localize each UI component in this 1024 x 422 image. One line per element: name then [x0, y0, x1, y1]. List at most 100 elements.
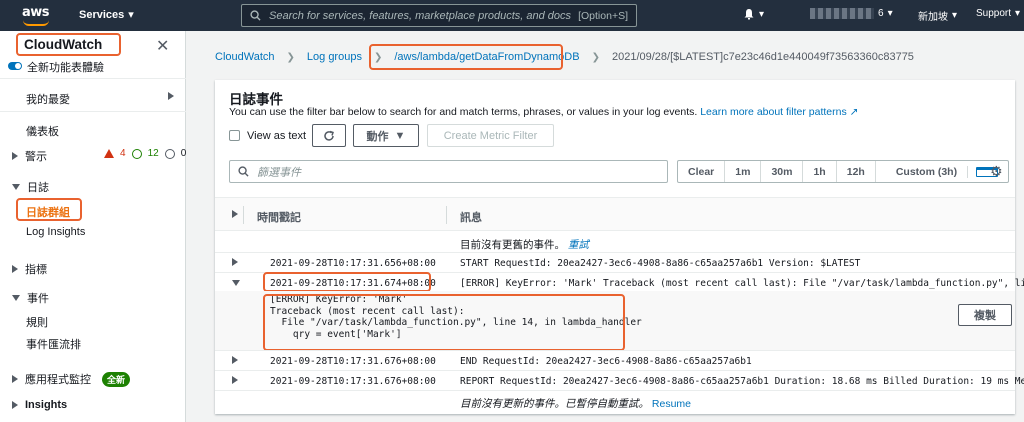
region-label: 新加坡	[918, 12, 948, 23]
sidebar-item-dashboards[interactable]: 儀表板	[26, 123, 59, 139]
column-header-timestamp[interactable]: 時間戳記	[257, 209, 301, 225]
panel-description-text: You can use the filter bar below to sear…	[229, 106, 698, 118]
gear-icon[interactable]: ⚙	[990, 163, 1003, 180]
external-link-icon[interactable]: ↗	[850, 106, 859, 118]
panel-title: 日誌事件	[229, 92, 283, 107]
retry-link[interactable]: 重試	[568, 239, 589, 251]
bell-icon	[744, 9, 754, 20]
caret-right-icon[interactable]	[232, 209, 238, 221]
chevron-right-icon: ❯	[591, 51, 600, 63]
highlight-box-title	[16, 33, 121, 56]
row-divider	[215, 252, 1015, 253]
caret-down-icon	[12, 184, 20, 190]
sidebar-section-app-monitoring[interactable]: 應用程式監控 全新	[12, 371, 131, 387]
caret-right-icon	[12, 152, 18, 160]
column-divider	[243, 206, 244, 224]
sidebar-section-logs[interactable]: 日誌	[12, 179, 49, 195]
sidebar-item-log-insights[interactable]: Log Insights	[26, 226, 85, 238]
create-metric-filter-button[interactable]: Create Metric Filter	[427, 124, 554, 147]
insufficient-data-icon	[164, 148, 175, 159]
no-older-events-text: 目前沒有更舊的事件。	[460, 239, 565, 251]
no-newer-events-notice: 目前沒有更新的事件。已暫停自動重試。 Resume	[460, 396, 691, 411]
new-menu-toggle[interactable]	[8, 62, 22, 70]
ok-count: 12	[147, 148, 159, 159]
divider	[0, 78, 186, 79]
aws-logo-text: aws	[22, 5, 50, 20]
time-range-1m[interactable]: 1m	[725, 161, 762, 182]
row-divider	[215, 350, 1015, 351]
filter-placeholder: 篩選事件	[257, 166, 301, 179]
time-range-clear[interactable]: Clear	[678, 161, 726, 182]
caret-right-icon	[12, 401, 18, 409]
sidebar-item-rules[interactable]: 規則	[26, 314, 48, 330]
resume-link[interactable]: Resume	[652, 398, 691, 410]
account-menu[interactable]: 6 ▾	[810, 8, 893, 19]
sidebar-section-insights[interactable]: Insights	[12, 399, 67, 411]
breadcrumb-log-groups[interactable]: Log groups	[307, 51, 362, 63]
breadcrumb-current-stream: 2021/09/28/[$LATEST]c7e23c46d1e440049f73…	[611, 51, 914, 63]
no-older-events-notice: 目前沒有更舊的事件。 重試	[460, 237, 589, 252]
row-message: REPORT RequestId: 20ea2427-3ec6-4908-8a8…	[460, 376, 1024, 387]
caret-right-icon[interactable]	[232, 375, 238, 387]
close-icon[interactable]: ✕	[156, 36, 169, 56]
services-menu[interactable]: Services ▾	[79, 8, 134, 22]
caret-right-icon[interactable]	[232, 257, 238, 269]
row-message: END RequestId: 20ea2427-3ec6-4908-8a86-c…	[460, 356, 752, 367]
time-range-custom[interactable]: Custom (3h)	[876, 161, 1008, 182]
table-header: 時間戳記 訊息	[215, 197, 1015, 231]
sidebar-section-logs-label: 日誌	[27, 182, 49, 194]
time-range-selector: Clear 1m 30m 1h 12h Custom (3h)	[677, 160, 1010, 183]
sidebar-item-favorites[interactable]: 我的最愛	[26, 91, 70, 107]
aws-logo[interactable]: aws	[22, 5, 62, 27]
support-menu[interactable]: Support ▾	[976, 8, 1020, 19]
search-placeholder: Search for services, features, marketpla…	[269, 9, 572, 22]
highlight-box-traceback	[263, 294, 625, 351]
highlight-box-log-groups	[16, 198, 82, 221]
actions-dropdown[interactable]: 動作 ▼	[353, 124, 419, 147]
highlight-box-timestamp	[263, 272, 431, 292]
sidebar-section-app-monitoring-label: 應用程式監控	[25, 374, 91, 386]
row-message: [ERROR] KeyError: 'Mark' Traceback (most…	[460, 278, 1024, 289]
caret-down-icon: ▾	[128, 9, 134, 21]
time-range-30m[interactable]: 30m	[761, 161, 804, 182]
filter-events-input[interactable]: 篩選事件	[229, 160, 668, 183]
refresh-button[interactable]	[312, 124, 346, 147]
caret-down-icon[interactable]	[232, 277, 240, 289]
new-badge: 全新	[102, 371, 131, 387]
caret-down-icon	[12, 295, 20, 301]
caret-down-icon: ▼	[394, 129, 406, 142]
copy-button[interactable]: 複製	[958, 304, 1012, 326]
actions-label: 動作	[366, 130, 389, 143]
sidebar-section-events[interactable]: 事件	[12, 290, 49, 306]
caret-down-icon: ▾	[759, 8, 765, 20]
region-menu[interactable]: 新加坡 ▾	[918, 8, 957, 23]
sidebar-section-alarms[interactable]: 警示	[12, 148, 47, 164]
learn-more-link[interactable]: Learn more about filter patterns	[700, 106, 847, 118]
view-as-text-checkbox[interactable]	[229, 130, 240, 141]
redacted-account-name	[810, 8, 874, 19]
row-divider	[215, 390, 1015, 391]
row-timestamp: 2021-09-28T10:17:31.676+08:00	[270, 356, 436, 367]
ok-check-icon	[131, 148, 142, 159]
sidebar-item-event-buses[interactable]: 事件匯流排	[26, 336, 81, 352]
aws-smile-icon	[23, 20, 49, 26]
time-range-custom-label: Custom (3h)	[886, 165, 969, 178]
caret-down-icon: ▾	[952, 10, 958, 21]
alarm-count: 4	[120, 148, 126, 159]
column-header-message[interactable]: 訊息	[460, 209, 482, 225]
view-as-text-label: View as text	[247, 130, 307, 142]
global-search-input[interactable]: Search for services, features, marketpla…	[241, 4, 637, 27]
breadcrumb-cloudwatch[interactable]: CloudWatch	[215, 51, 275, 63]
chevron-right-icon: ❯	[286, 51, 295, 63]
time-range-12h[interactable]: 12h	[837, 161, 876, 182]
caret-right-icon[interactable]	[168, 91, 174, 103]
services-label: Services	[79, 8, 125, 21]
log-events-panel: 日誌事件 You can use the filter bar below to…	[215, 80, 1024, 414]
alarm-warning-icon	[104, 149, 114, 158]
caret-down-icon: ▾	[887, 8, 893, 19]
notifications-button[interactable]: ▾	[743, 8, 764, 20]
sidebar-section-metrics[interactable]: 指標	[12, 261, 47, 277]
time-range-1h[interactable]: 1h	[803, 161, 837, 182]
no-newer-events-text: 目前沒有更新的事件。已暫停自動重試。	[460, 398, 649, 410]
caret-right-icon[interactable]	[232, 355, 238, 367]
